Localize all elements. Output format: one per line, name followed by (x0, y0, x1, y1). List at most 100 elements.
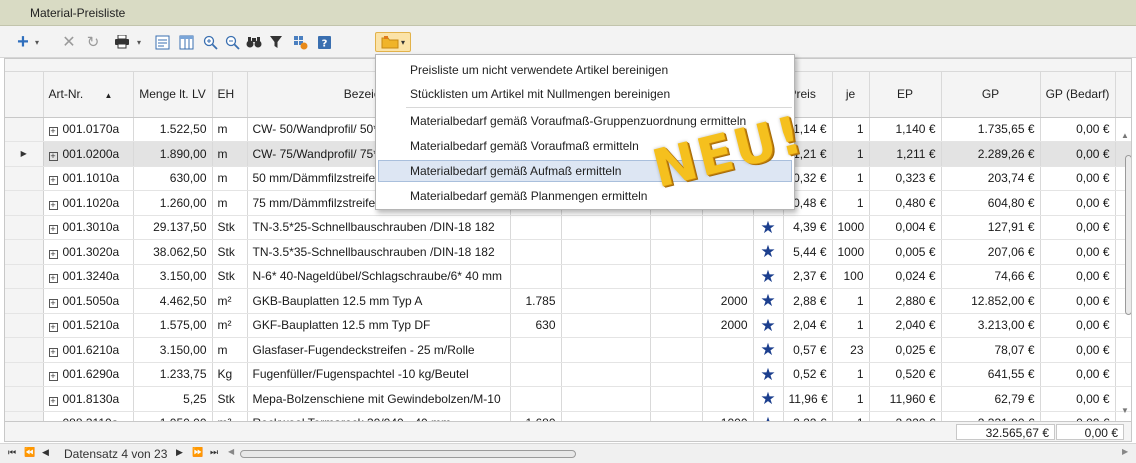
cell-artnr[interactable]: +001.6210a (43, 337, 134, 363)
cell-c4[interactable] (702, 239, 754, 265)
cell-eh[interactable]: m (212, 190, 248, 216)
cell-menge[interactable]: 1.890,00 (133, 141, 213, 167)
cell-artnr[interactable]: +001.1010a (43, 166, 134, 191)
cell-c4[interactable] (702, 337, 754, 363)
first-record-icon[interactable]: ⏮ (8, 447, 16, 458)
cell-c4[interactable]: 2000 (702, 313, 754, 338)
col-header-eh[interactable]: EH (212, 71, 248, 118)
cell-c3[interactable] (650, 264, 703, 289)
cell-gp[interactable]: 3.213,00 € (941, 313, 1041, 338)
cell-eh[interactable]: m² (212, 411, 248, 421)
cell-artnr[interactable]: +001.6290a (43, 362, 134, 387)
menu-item-clean-pricelist[interactable]: Preisliste um nicht verwendete Artikel b… (378, 59, 792, 81)
cell-gp[interactable]: 62,79 € (941, 386, 1041, 412)
cell-menge[interactable]: 5,25 (133, 386, 213, 412)
cell-gp[interactable]: 78,07 € (941, 337, 1041, 363)
cell-c1[interactable] (510, 337, 562, 363)
table-row[interactable]: +088.3110a1.050,00m²Rockwool Termarock 3… (5, 411, 1131, 421)
table-row[interactable]: +001.6210a 3.150,00 m Glasfaser-Fugendeckst… (5, 337, 1131, 363)
material-menu-button[interactable]: ▾ (375, 32, 411, 52)
cell-artnr[interactable]: +001.3020a (43, 239, 134, 265)
cell-preis[interactable]: 5,44 € (783, 239, 833, 265)
expand-icon[interactable]: + (48, 396, 58, 406)
cell-ep[interactable]: 0,024 € (869, 264, 942, 289)
add-icon[interactable]: + (14, 31, 32, 53)
cell-ep[interactable]: 0,323 € (869, 166, 942, 191)
cell-gp[interactable]: 604,80 € (941, 190, 1041, 216)
cell-c3[interactable] (650, 313, 703, 338)
cell-gp[interactable]: 74,66 € (941, 264, 1041, 289)
cell-eh[interactable]: Kg (212, 362, 248, 387)
cell-artnr[interactable]: +088.3110a (43, 411, 134, 421)
cell-eh[interactable]: Stk (212, 239, 248, 265)
cell-menge[interactable]: 3.150,00 (133, 337, 213, 363)
menu-item-demand-plan[interactable]: Materialbedarf gemäß Planmengen ermittel… (378, 185, 792, 207)
cell-eh[interactable]: m (212, 166, 248, 191)
cell-gpb[interactable]: 0,00 € (1040, 362, 1116, 387)
expand-icon[interactable]: + (48, 323, 58, 333)
cell-c3[interactable] (650, 386, 703, 412)
cell-c2[interactable] (561, 411, 651, 421)
cell-menge[interactable]: 1.050,00 (133, 411, 213, 421)
scroll-up-icon[interactable]: ▲ (1121, 131, 1129, 140)
cell-bez[interactable]: GKF-Bauplatten 12.5 mm Typ DF (247, 313, 511, 338)
col-header-je[interactable]: je (832, 71, 870, 118)
table-row[interactable]: +001.6290a 1.233,75 Kg Fugenfüller/Fugenspa… (5, 362, 1131, 387)
expand-icon[interactable]: + (48, 347, 58, 357)
table-row[interactable]: +001.5210a 1.575,00 m² GKF-Bauplatten 12.5 … (5, 313, 1131, 338)
cell-c2[interactable] (561, 313, 651, 338)
cell-gpb[interactable]: 0,00 € (1040, 141, 1116, 167)
cell-c2[interactable] (561, 362, 651, 387)
prev-record-icon[interactable]: ◀ (42, 447, 49, 458)
next-record-icon[interactable]: ▶ (176, 447, 183, 458)
expand-icon[interactable]: + (48, 298, 58, 308)
expand-icon[interactable]: + (48, 151, 58, 161)
cell-menge[interactable]: 1.233,75 (133, 362, 213, 387)
cell-c1[interactable] (510, 386, 562, 412)
cell-c3[interactable] (650, 215, 703, 240)
cell-ep[interactable]: 2,880 € (869, 288, 942, 314)
cell-c4[interactable] (702, 264, 754, 289)
cell-eh[interactable]: m (212, 117, 248, 142)
star-icon[interactable]: ★ (753, 288, 784, 314)
cell-gp[interactable]: 2.289,26 € (941, 141, 1041, 167)
cell-artnr[interactable]: +001.3010a (43, 215, 134, 240)
expand-icon[interactable]: + (48, 127, 58, 137)
cell-je[interactable]: 1000 (832, 239, 870, 265)
find-icon[interactable] (244, 32, 264, 52)
print-dropdown-icon[interactable]: ▾ (134, 32, 144, 52)
cell-eh[interactable]: Stk (212, 215, 248, 240)
cell-c2[interactable] (561, 239, 651, 265)
star-icon[interactable]: ★ (753, 264, 784, 289)
cell-gp[interactable]: 641,55 € (941, 362, 1041, 387)
info-icon[interactable]: ? (314, 32, 334, 52)
cell-c3[interactable] (650, 337, 703, 363)
cell-preis[interactable]: 4,39 € (783, 215, 833, 240)
cell-preis[interactable]: 2,37 € (783, 264, 833, 289)
cell-ep[interactable]: 0,520 € (869, 362, 942, 387)
cell-gpb[interactable]: 0,00 € (1040, 313, 1116, 338)
cell-menge[interactable]: 1.522,50 (133, 117, 213, 142)
cell-gp[interactable]: 2.331,00 € (941, 411, 1041, 421)
cell-c3[interactable] (650, 288, 703, 314)
cell-menge[interactable]: 1.260,00 (133, 190, 213, 216)
cell-je[interactable]: 1 (832, 411, 870, 421)
cell-gpb[interactable]: 0,00 € (1040, 264, 1116, 289)
cell-menge[interactable]: 630,00 (133, 166, 213, 191)
cell-menge[interactable]: 4.462,50 (133, 288, 213, 314)
cell-ep[interactable]: 0,480 € (869, 190, 942, 216)
cell-ep[interactable]: 1,140 € (869, 117, 942, 142)
cell-preis[interactable]: 2,88 € (783, 288, 833, 314)
table-row[interactable]: +001.8130a 5,25 Stk Mepa-Bolzenschiene mit … (5, 386, 1131, 412)
menu-item-demand-aufmass[interactable]: Materialbedarf gemäß Aufmaß ermitteln (378, 160, 792, 182)
filter-icon[interactable] (266, 32, 286, 52)
cell-bez[interactable]: GKB-Bauplatten 12.5 mm Typ A (247, 288, 511, 314)
cell-artnr[interactable]: +001.0170a (43, 117, 134, 142)
cell-c1[interactable]: 1.785 (510, 288, 562, 314)
table-row[interactable]: +001.3020a 38.062,50 Stk TN-3.5*35-Schnellb… (5, 239, 1131, 265)
cell-preis[interactable]: 0,57 € (783, 337, 833, 363)
cell-artnr[interactable]: +001.5210a (43, 313, 134, 338)
cell-ep[interactable]: 0,005 € (869, 239, 942, 265)
cell-gp[interactable]: 1.735,65 € (941, 117, 1041, 142)
cell-eh[interactable]: Stk (212, 386, 248, 412)
